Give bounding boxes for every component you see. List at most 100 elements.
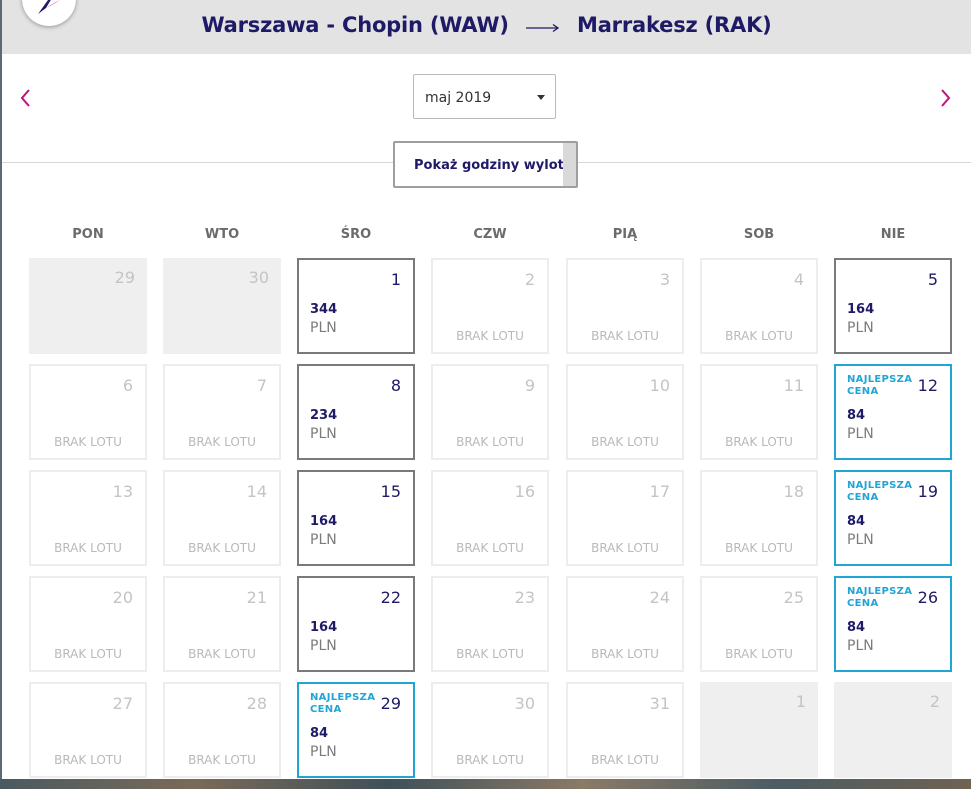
day-number: 4: [793, 270, 804, 289]
day-number: 27: [112, 694, 133, 713]
no-flight-label: BRAK LOTU: [54, 647, 122, 661]
route-title: Warszawa - Chopin (WAW) Marrakesz (RAK): [2, 13, 971, 38]
day-number: 20: [112, 588, 133, 607]
page-backdrop-strip: [0, 779, 971, 789]
day-number: 14: [246, 482, 267, 501]
calendar-day-cell[interactable]: 12 NAJLEPSZA CENA 84 PLN: [834, 364, 952, 460]
calendar-day-cell: 13 BRAK LOTU: [29, 470, 147, 566]
day-number: 29: [380, 694, 401, 713]
no-flight-label: BRAK LOTU: [725, 435, 793, 449]
fare-currency: PLN: [847, 320, 874, 336]
show-departure-times-toggle[interactable]: Pokaż godziny wylotu: [393, 141, 578, 188]
no-flight-label: BRAK LOTU: [54, 541, 122, 555]
calendar-day-cell[interactable]: 22 164 PLN: [297, 576, 415, 672]
route-arrow-icon: [525, 14, 560, 38]
calendar-day-cell: 17 BRAK LOTU: [566, 470, 684, 566]
fare-price: 84: [847, 408, 866, 423]
day-number: 15: [380, 482, 401, 501]
calendar-day-cell: 3 BRAK LOTU: [566, 258, 684, 354]
day-number: 18: [783, 482, 804, 501]
calendar-day-cell: 2 BRAK LOTU: [431, 258, 549, 354]
no-flight-label: BRAK LOTU: [188, 435, 256, 449]
weekday-label: PON: [72, 227, 104, 242]
calendar-day-cell: 10 BRAK LOTU: [566, 364, 684, 460]
fare-price: 84: [847, 620, 866, 635]
next-month-button[interactable]: [935, 86, 955, 110]
weekday-label: SOB: [743, 227, 775, 242]
fare-currency: PLN: [310, 320, 337, 336]
day-number: 31: [649, 694, 670, 713]
weekday-label: PIĄ: [612, 227, 638, 242]
dropdown-caret-icon: [537, 95, 545, 100]
day-number: 1: [795, 692, 806, 711]
calendar-day-cell: 18 BRAK LOTU: [700, 470, 818, 566]
calendar-day-cell[interactable]: 15 164 PLN: [297, 470, 415, 566]
day-number: 7: [256, 376, 267, 395]
day-number: 6: [122, 376, 133, 395]
day-number: 9: [524, 376, 535, 395]
origin-airport: Warszawa - Chopin (WAW): [201, 13, 509, 37]
calendar-day-cell: 24 BRAK LOTU: [566, 576, 684, 672]
day-number: 2: [524, 270, 535, 289]
day-number: 30: [514, 694, 535, 713]
calendar-day-cell: 1: [700, 682, 818, 778]
calendar-day-cell[interactable]: 29 NAJLEPSZA CENA 84 PLN: [297, 682, 415, 778]
calendar-day-cell: 11 BRAK LOTU: [700, 364, 818, 460]
day-number: 13: [112, 482, 133, 501]
best-price-badge: NAJLEPSZA CENA: [310, 692, 376, 715]
month-select[interactable]: maj 2019: [413, 74, 556, 119]
calendar-day-cell[interactable]: 19 NAJLEPSZA CENA 84 PLN: [834, 470, 952, 566]
calendar-day-cell[interactable]: 8 234 PLN: [297, 364, 415, 460]
calendar-day-cell: 30 BRAK LOTU: [431, 682, 549, 778]
calendar-day-cell: 2: [834, 682, 952, 778]
no-flight-label: BRAK LOTU: [725, 329, 793, 343]
day-number: 8: [390, 376, 401, 395]
day-number: 19: [917, 482, 938, 501]
calendar-day-cell: 6 BRAK LOTU: [29, 364, 147, 460]
day-number: 28: [246, 694, 267, 713]
toggle-handle: [563, 143, 576, 186]
day-number: 25: [783, 588, 804, 607]
no-flight-label: BRAK LOTU: [725, 541, 793, 555]
day-number: 3: [659, 270, 670, 289]
day-number: 26: [917, 588, 938, 607]
calendar-day-cell: 4 BRAK LOTU: [700, 258, 818, 354]
calendar-day-cell[interactable]: 5 164 PLN: [834, 258, 952, 354]
day-number: 30: [248, 268, 269, 287]
weekday-label: NIE: [880, 227, 906, 242]
no-flight-label: BRAK LOTU: [456, 329, 524, 343]
calendar-day-cell: 21 BRAK LOTU: [163, 576, 281, 672]
calendar-day-cell: 9 BRAK LOTU: [431, 364, 549, 460]
best-price-badge: NAJLEPSZA CENA: [847, 586, 913, 609]
no-flight-label: BRAK LOTU: [591, 329, 659, 343]
calendar-day-cell: 20 BRAK LOTU: [29, 576, 147, 672]
chevron-right-icon: [941, 89, 951, 107]
day-number: 12: [917, 376, 938, 395]
weekday-label: WTO: [204, 227, 240, 242]
no-flight-label: BRAK LOTU: [54, 753, 122, 767]
best-price-badge: NAJLEPSZA CENA: [847, 480, 913, 503]
weekday-label: CZW: [473, 227, 507, 242]
day-number: 2: [929, 692, 940, 711]
fare-price: 234: [310, 408, 338, 423]
no-flight-label: BRAK LOTU: [591, 435, 659, 449]
month-select-value: maj 2019: [425, 90, 492, 106]
no-flight-label: BRAK LOTU: [456, 541, 524, 555]
fare-price: 84: [847, 514, 866, 529]
route-header: Warszawa - Chopin (WAW) Marrakesz (RAK): [2, 0, 971, 54]
no-flight-label: BRAK LOTU: [188, 541, 256, 555]
calendar-day-cell: 29: [29, 258, 147, 354]
fare-currency: PLN: [310, 426, 337, 442]
no-flight-label: BRAK LOTU: [456, 435, 524, 449]
calendar-day-cell[interactable]: 26 NAJLEPSZA CENA 84 PLN: [834, 576, 952, 672]
fare-currency: PLN: [310, 532, 337, 548]
calendar-day-cell: 25 BRAK LOTU: [700, 576, 818, 672]
calendar-day-cell: 31 BRAK LOTU: [566, 682, 684, 778]
day-number: 16: [514, 482, 535, 501]
fare-currency: PLN: [310, 744, 337, 760]
previous-month-button[interactable]: [16, 86, 36, 110]
weekday-label: ŚRO: [340, 227, 372, 242]
no-flight-label: BRAK LOTU: [591, 541, 659, 555]
day-number: 17: [649, 482, 670, 501]
calendar-day-cell[interactable]: 1 344 PLN: [297, 258, 415, 354]
